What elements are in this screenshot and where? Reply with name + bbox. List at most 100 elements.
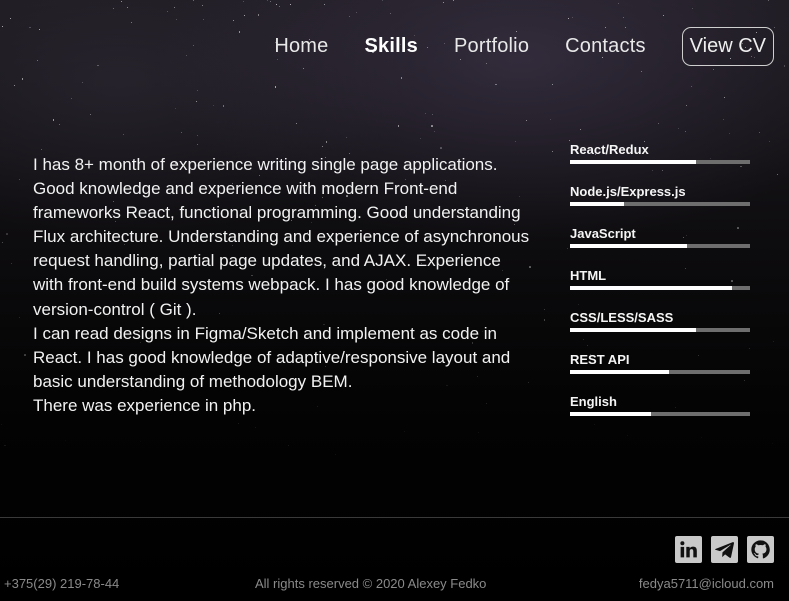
skill-progress-track — [570, 370, 750, 374]
star-dot — [18, 179, 20, 181]
skills-list: React/Redux Node.js/Express.js JavaScrip… — [570, 141, 750, 435]
star-dot — [431, 125, 433, 127]
star-dot — [197, 135, 199, 137]
about-paragraph: I has 8+ month of experience writing sin… — [33, 155, 530, 319]
star-dot — [121, 1, 123, 3]
nav-link-portfolio[interactable]: Portfolio — [454, 35, 529, 58]
star-dot — [21, 78, 24, 80]
star-dot — [678, 128, 680, 130]
star-dot — [270, 1, 272, 3]
star-dot — [40, 148, 42, 150]
star-dot — [442, 1, 444, 3]
skill-item: HTML — [570, 267, 750, 309]
star-dot — [193, 45, 195, 47]
skill-progress-fill — [570, 244, 687, 248]
star-dot — [772, 443, 774, 445]
star-dot — [126, 6, 129, 9]
star-dot — [658, 123, 660, 125]
star-dot — [257, 13, 260, 16]
view-cv-button[interactable]: View CV — [681, 27, 774, 66]
footer-email[interactable]: fedya5711@icloud.com — [639, 576, 774, 591]
nav-link-home[interactable]: Home — [274, 35, 328, 58]
star-dot — [712, 68, 714, 70]
skill-item: JavaScript — [570, 225, 750, 267]
social-links — [666, 536, 774, 563]
star-dot — [296, 123, 298, 125]
star-dot — [140, 441, 141, 442]
github-link[interactable] — [747, 536, 774, 563]
skill-name: English — [570, 394, 617, 409]
star-dot — [515, 140, 517, 142]
star-dot — [10, 18, 11, 20]
star-dot — [192, 0, 194, 2]
skill-name: REST API — [570, 352, 630, 367]
star-dot — [39, 28, 41, 30]
about-paragraph: There was experience in php. — [33, 395, 257, 415]
star-dot — [425, 113, 427, 115]
star-dot — [11, 262, 13, 264]
star-dot — [686, 104, 688, 106]
star-dot — [122, 134, 124, 136]
star-dot — [641, 71, 643, 73]
star-dot — [768, 141, 770, 143]
star-dot — [2, 26, 4, 28]
skill-item: CSS/LESS/SASS — [570, 309, 750, 351]
star-dot — [166, 10, 168, 12]
star-dot — [288, 444, 290, 446]
star-dot — [2, 241, 4, 243]
star-dot — [691, 7, 694, 10]
skill-progress-fill — [570, 286, 732, 290]
star-dot — [403, 430, 406, 433]
skill-progress-fill — [570, 412, 651, 416]
star-dot — [267, 0, 269, 2]
star-dot — [321, 146, 323, 148]
star-dot — [759, 132, 761, 134]
star-dot — [440, 147, 442, 149]
star-dot — [325, 141, 328, 143]
star-dot — [389, 12, 391, 14]
telegram-icon — [715, 542, 735, 558]
star-dot — [174, 6, 176, 8]
star-dot — [434, 131, 436, 133]
star-dot — [52, 119, 55, 121]
star-dot — [684, 131, 686, 133]
star-dot — [348, 15, 350, 17]
star-dot — [238, 423, 240, 425]
star-dot — [82, 81, 84, 83]
star-dot — [1, 423, 3, 425]
skill-item: Node.js/Express.js — [570, 183, 750, 225]
skill-progress-track — [570, 328, 750, 332]
star-dot — [728, 132, 730, 134]
star-dot — [71, 97, 72, 99]
skill-name: JavaScript — [570, 226, 636, 241]
skill-name: HTML — [570, 268, 607, 283]
star-dot — [346, 137, 348, 139]
star-dot — [453, 0, 455, 2]
footer-divider — [0, 517, 789, 518]
skill-progress-track — [570, 412, 750, 416]
star-dot — [255, 427, 257, 429]
telegram-link[interactable] — [711, 536, 738, 563]
star-dot — [36, 59, 38, 61]
linkedin-link[interactable] — [675, 536, 702, 563]
footer-phone[interactable]: +375(29) 219-78-44 — [4, 576, 119, 591]
star-dot — [4, 444, 6, 447]
nav-link-contacts[interactable]: Contacts — [565, 35, 646, 58]
star-dot — [622, 16, 624, 18]
star-dot — [303, 67, 305, 69]
star-dot — [550, 118, 552, 120]
star-dot — [568, 18, 570, 20]
star-dot — [355, 12, 357, 14]
linkedin-icon — [680, 541, 697, 558]
skill-progress-fill — [570, 202, 624, 206]
skill-progress-fill — [570, 328, 696, 332]
star-dot — [691, 85, 693, 87]
star-dot — [701, 436, 703, 438]
star-dot — [768, 0, 770, 2]
star-dot — [724, 96, 726, 98]
skill-progress-track — [570, 286, 750, 290]
main-nav: Home Skills Portfolio Contacts View CV — [274, 27, 774, 66]
nav-link-skills[interactable]: Skills — [365, 35, 418, 58]
star-dot — [175, 108, 177, 110]
footer-copyright: All rights reserved © 2020 Alexey Fedko — [255, 576, 487, 591]
